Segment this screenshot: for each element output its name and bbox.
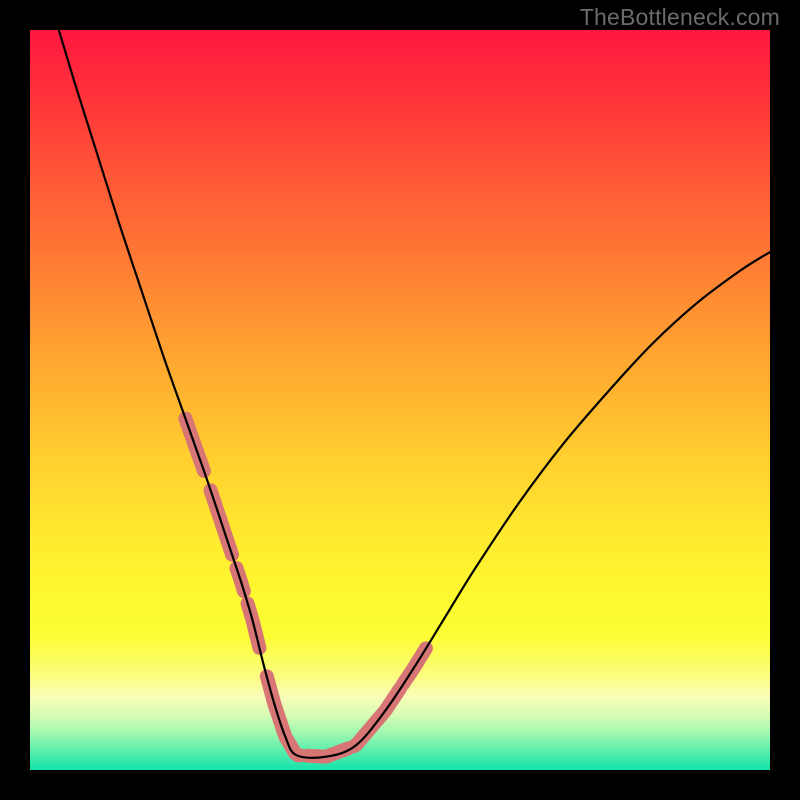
curve-highlight-segment [267,676,300,755]
curve-highlight-segment [354,689,400,747]
chart-frame: TheBottleneck.com [0,0,800,800]
watermark-text: TheBottleneck.com [580,4,780,31]
bottleneck-curve [30,30,770,758]
curve-svg [30,30,770,770]
plot-area [30,30,770,770]
